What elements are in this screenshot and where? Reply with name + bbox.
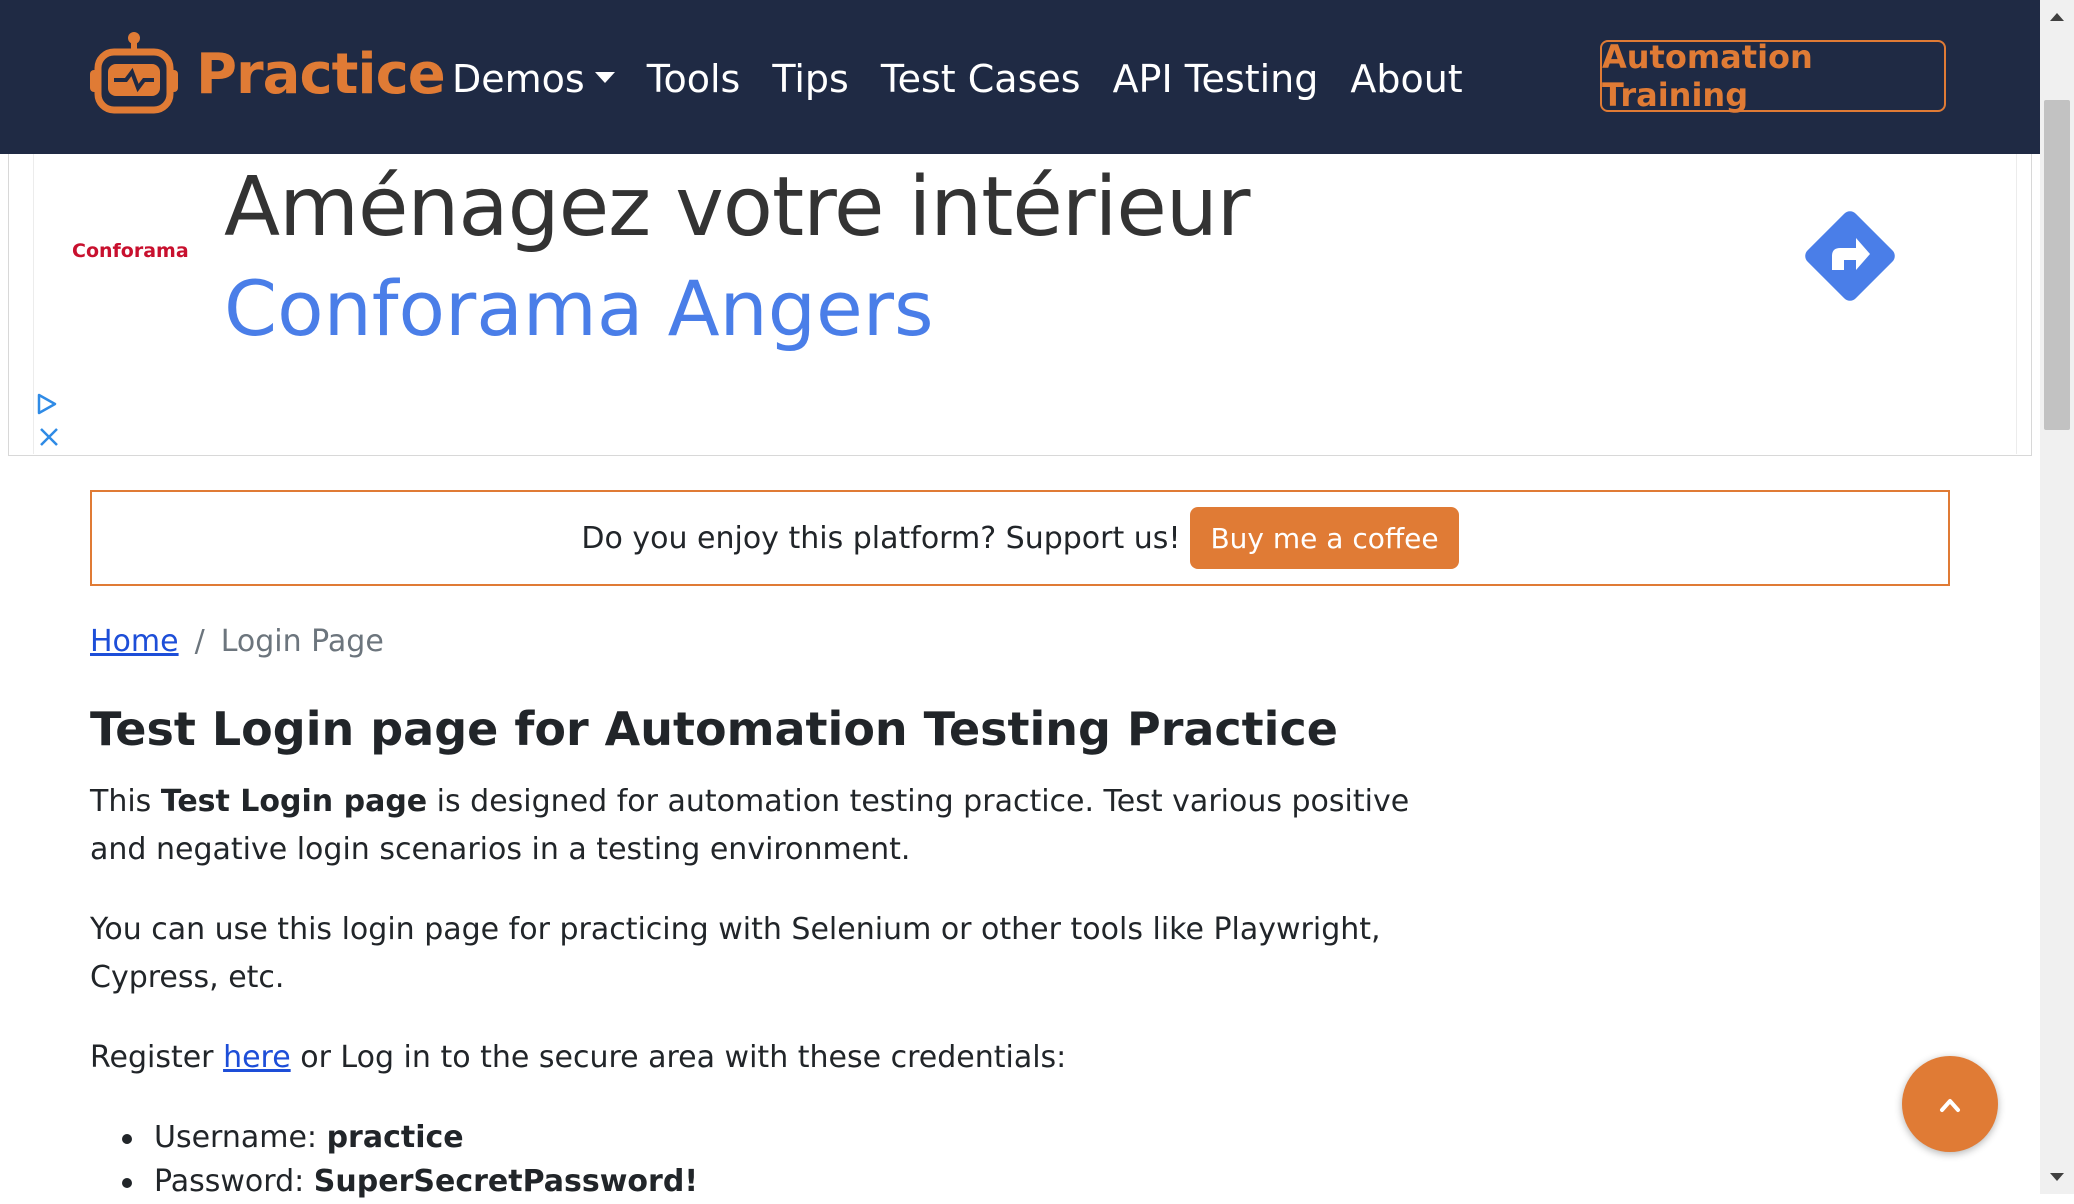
directions-arrow-icon[interactable] xyxy=(1802,208,1898,304)
credential-label: Username: xyxy=(154,1120,327,1155)
nav-menu: Demos Tools Tips Test Cases API Testing … xyxy=(452,50,1495,110)
adchoices-icon[interactable] xyxy=(36,392,58,416)
ad-headline[interactable]: Aménagez votre intérieur xyxy=(224,160,1251,256)
register-text: Register xyxy=(90,1040,224,1075)
brand-name[interactable]: Practice xyxy=(196,42,446,108)
vertical-scrollbar[interactable] xyxy=(2040,0,2074,1194)
automation-training-button[interactable]: Automation Training xyxy=(1600,38,1946,114)
breadcrumb-current: Login Page xyxy=(220,624,384,659)
register-text-rest: or Log in to the secure area with these … xyxy=(290,1040,1067,1075)
nav-link-tips[interactable]: Tips xyxy=(772,50,849,110)
top-navbar: Practice Demos Tools Tips Test Cases API… xyxy=(0,0,2040,154)
support-text: Do you enjoy this platform? Support us! xyxy=(581,520,1181,556)
nav-link-about[interactable]: About xyxy=(1350,50,1462,110)
nav-link-test-cases[interactable]: Test Cases xyxy=(881,50,1081,110)
support-banner: Do you enjoy this platform? Support us! … xyxy=(90,490,1950,586)
ad-advertiser-logo[interactable]: Conforama xyxy=(72,240,189,262)
scroll-up-arrow-icon[interactable] xyxy=(2040,0,2074,34)
list-item: Username: practice xyxy=(90,1116,698,1160)
nav-link-label: Demos xyxy=(452,57,585,101)
register-paragraph: Register here or Log in to the secure ar… xyxy=(90,1034,1450,1082)
page-title: Test Login page for Automation Testing P… xyxy=(90,702,1338,756)
close-icon[interactable] xyxy=(38,426,60,448)
intro-bold-text: Test Login page xyxy=(160,784,428,819)
breadcrumb-home-link[interactable]: Home xyxy=(90,624,179,659)
credentials-list: Username: practice Password: SuperSecret… xyxy=(90,1116,698,1204)
list-item: Password: SuperSecretPassword! xyxy=(90,1160,698,1204)
breadcrumb: Home / Login Page xyxy=(90,624,384,659)
nav-link-api-testing[interactable]: API Testing xyxy=(1113,50,1319,110)
ad-subline[interactable]: Conforama Angers xyxy=(224,264,934,354)
breadcrumb-separator: / xyxy=(194,624,205,659)
nav-link-demos[interactable]: Demos xyxy=(452,50,615,110)
tools-paragraph: You can use this login page for practici… xyxy=(90,912,1381,995)
buy-coffee-button[interactable]: Buy me a coffee xyxy=(1190,507,1459,569)
chevron-up-icon xyxy=(1940,1099,1960,1112)
intro-text: This xyxy=(90,784,161,819)
nav-link-tools[interactable]: Tools xyxy=(647,50,741,110)
robot-logo-icon[interactable] xyxy=(88,30,180,118)
register-here-link[interactable]: here xyxy=(223,1040,291,1075)
credential-value-username: practice xyxy=(326,1120,464,1155)
scroll-to-top-button[interactable] xyxy=(1902,1056,1998,1152)
scrollbar-thumb[interactable] xyxy=(2044,100,2070,430)
scroll-down-arrow-icon[interactable] xyxy=(2040,1160,2074,1194)
caret-down-icon xyxy=(594,72,615,83)
intro-paragraph: This Test Login page is designed for aut… xyxy=(90,778,1450,874)
